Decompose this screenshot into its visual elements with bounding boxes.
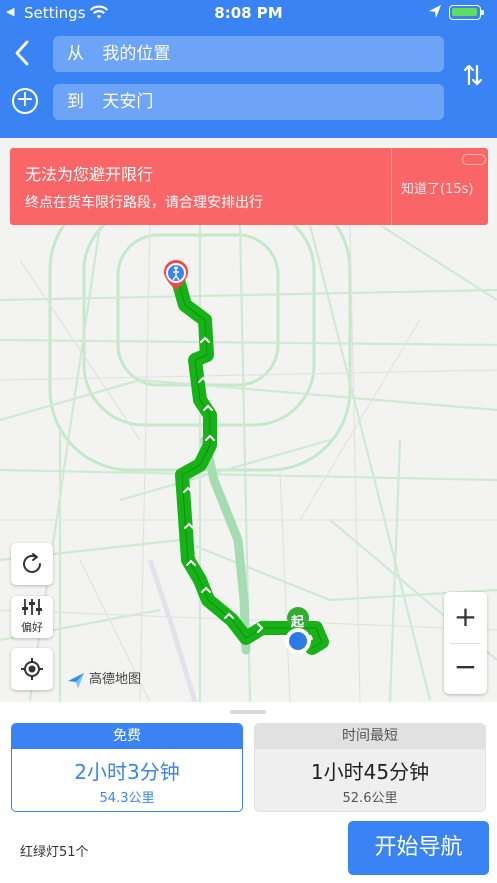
zoom-out-button[interactable]: − — [444, 644, 487, 694]
route-preference-button[interactable]: 偏好 — [11, 596, 53, 638]
destination-value: 天安门 — [102, 92, 154, 112]
locate-me-button[interactable] — [11, 648, 53, 690]
sliders-icon — [11, 598, 53, 621]
alert-dismiss-button[interactable]: 知道了(15s) — [401, 178, 473, 197]
map-logo-text: 高德地图 — [89, 672, 142, 687]
swap-route-button[interactable] — [458, 62, 488, 94]
destination-field[interactable]: 到 天安门 — [53, 84, 444, 120]
traffic-lights-count: 红绿灯51个 — [20, 845, 89, 860]
add-waypoint-button[interactable]: + — [12, 88, 38, 114]
back-button[interactable] — [12, 38, 38, 72]
route-option-free[interactable]: 免费 2小时3分钟 54.3公里 — [11, 723, 243, 812]
location-arrow-icon — [428, 4, 442, 24]
battery-icon — [449, 5, 484, 20]
route-distance: 54.3公里 — [99, 791, 155, 806]
preference-label: 偏好 — [21, 621, 43, 634]
truck-icon — [462, 154, 486, 165]
route-panel: 免费 2小时3分钟 54.3公里 时间最短 1小时45分钟 52.6公里 红绿灯… — [0, 702, 497, 883]
origin-value: 我的位置 — [102, 44, 171, 64]
zoom-controls: + − — [444, 592, 487, 694]
status-time: 8:08 PM — [214, 4, 283, 22]
alert-title: 无法为您避开限行 — [25, 165, 154, 184]
route-duration: 1小时45分钟 — [310, 760, 430, 784]
route-tag: 时间最短 — [255, 724, 485, 749]
amap-logo-icon — [66, 670, 86, 690]
locate-icon — [21, 658, 43, 680]
refresh-route-button[interactable] — [11, 543, 53, 585]
map-logo: 高德地图 — [66, 668, 141, 690]
route-duration: 2小时3分钟 — [74, 760, 180, 784]
status-bar: ◀ Settings 8:08 PM — [0, 0, 497, 26]
route-tag: 免费 — [12, 724, 242, 749]
refresh-icon — [23, 553, 41, 573]
zoom-in-button[interactable]: + — [444, 592, 487, 643]
origin-field[interactable]: 从 我的位置 — [53, 36, 444, 72]
panel-drag-handle[interactable] — [230, 710, 266, 714]
top-header: ◀ Settings 8:08 PM 从 我的位置 + 到 天安门 — [0, 0, 497, 138]
start-marker-label: 起 — [291, 615, 305, 630]
route-distance: 52.6公里 — [342, 791, 398, 806]
destination-prefix: 到 — [67, 92, 84, 112]
alert-message: 终点在货车限行路段，请合理安排出行 — [25, 195, 263, 211]
route-option-fastest[interactable]: 时间最短 1小时45分钟 52.6公里 — [254, 723, 486, 812]
restriction-alert: 无法为您避开限行 终点在货车限行路段，请合理安排出行 知道了(15s) — [10, 148, 488, 225]
start-navigation-button[interactable]: 开始导航 — [348, 821, 489, 875]
alert-divider — [391, 148, 392, 225]
origin-prefix: 从 — [67, 44, 84, 64]
